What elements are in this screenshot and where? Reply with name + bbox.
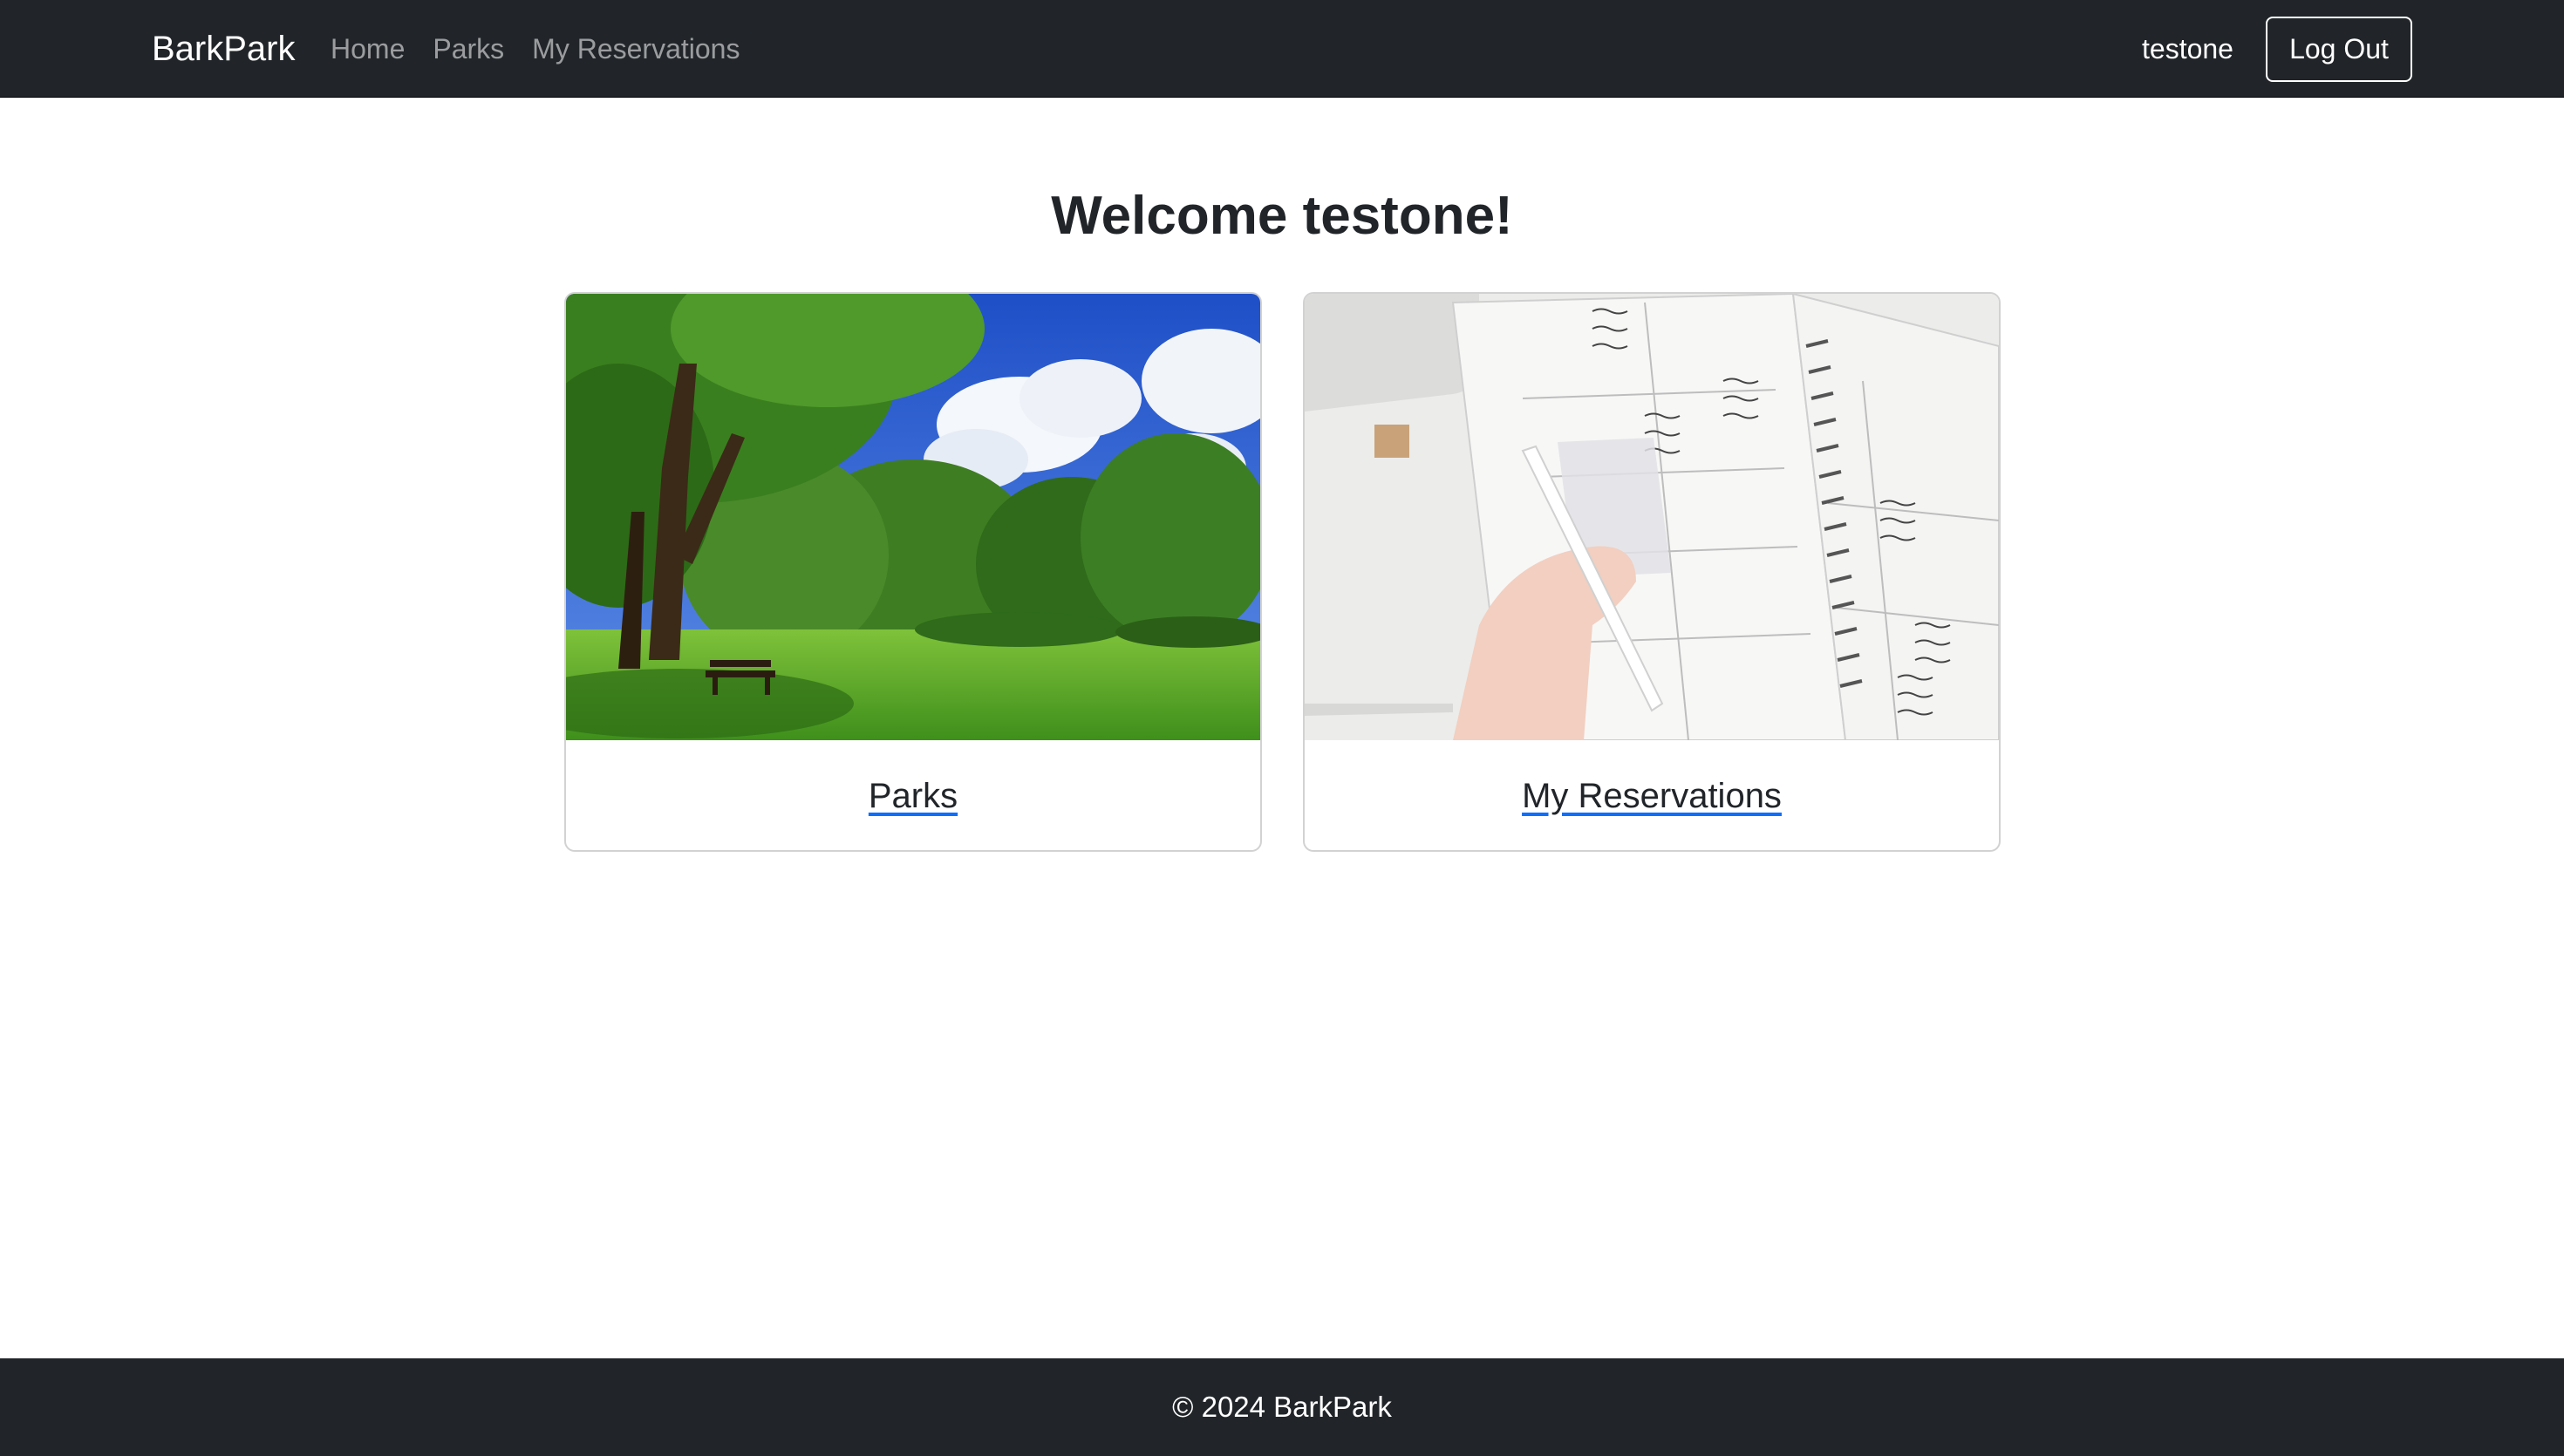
reservations-card-link[interactable]: My Reservations	[1522, 777, 1782, 816]
nav-link-home[interactable]: Home	[331, 0, 405, 98]
parks-card-link[interactable]: Parks	[869, 777, 958, 816]
top-navbar: BarkPark Home Parks My Reservations test…	[0, 0, 2564, 98]
logout-button[interactable]: Log Out	[2266, 17, 2412, 82]
footer-copyright: © 2024 BarkPark	[1172, 1391, 1392, 1423]
parks-card: Parks	[564, 292, 1262, 852]
page-title: Welcome testone!	[1051, 186, 1513, 246]
planner-photo[interactable]	[1305, 294, 1999, 740]
nav-links: Home Parks My Reservations	[331, 0, 740, 98]
nav-link-parks[interactable]: Parks	[433, 0, 504, 98]
reservations-card: My Reservations	[1303, 292, 2001, 852]
parks-card-body: Parks	[566, 740, 1260, 850]
brand-logo-link[interactable]: BarkPark	[152, 0, 296, 98]
park-photo[interactable]	[566, 294, 1260, 740]
page-footer: © 2024 BarkPark	[0, 1358, 2564, 1456]
nav-link-my-reservations[interactable]: My Reservations	[532, 0, 740, 98]
reservations-card-body: My Reservations	[1305, 740, 1999, 850]
current-username: testone	[2142, 33, 2233, 65]
